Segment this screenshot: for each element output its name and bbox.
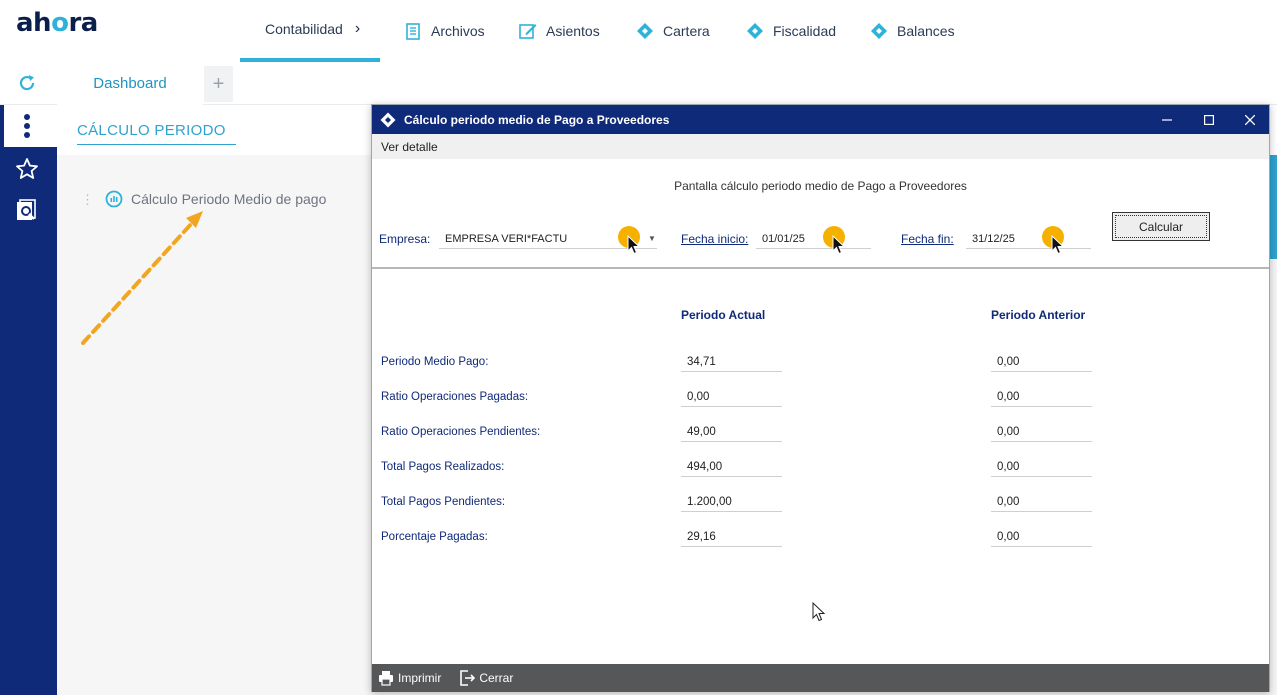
- value-actual: 1.200,00: [681, 496, 782, 512]
- tab-dashboard[interactable]: Dashboard: [57, 62, 203, 105]
- exit-icon: [460, 670, 476, 686]
- empresa-label: Empresa:: [379, 232, 431, 246]
- star-icon[interactable]: [14, 156, 40, 182]
- dialog-subtitle: Pantalla cálculo periodo medio de Pago a…: [674, 179, 967, 193]
- top-navbar: ahora Contabilidad › Archivos Asientos C…: [0, 0, 1277, 62]
- add-tab-button[interactable]: +: [204, 66, 233, 102]
- chevron-right-icon: ›: [354, 20, 361, 37]
- nav-tab-archivos[interactable]: Archivos: [404, 0, 485, 62]
- row-label: Periodo Medio Pago:: [381, 356, 489, 368]
- fecha-inicio-field[interactable]: 01/01/25: [756, 233, 871, 249]
- value-actual: 49,00: [681, 426, 782, 442]
- value-anterior: 0,00: [991, 496, 1092, 512]
- more-vertical-icon[interactable]: [14, 113, 40, 139]
- mouse-pointer-icon: [627, 235, 640, 255]
- fecha-inicio-link[interactable]: Fecha inicio:: [681, 232, 748, 246]
- minimize-button[interactable]: [1147, 105, 1187, 134]
- nav-tab-label: Balances: [897, 23, 955, 39]
- refresh-icon[interactable]: [17, 73, 37, 93]
- menu-ver-detalle[interactable]: Ver detalle: [381, 140, 438, 154]
- nav-tab-label: Asientos: [546, 23, 600, 39]
- nav-tab-fiscalidad[interactable]: Fiscalidad: [746, 0, 836, 62]
- value-anterior: 0,00: [991, 426, 1092, 442]
- nav-tab-label: Contabilidad: [265, 21, 343, 37]
- mouse-pointer-icon: [1051, 235, 1064, 255]
- row-label: Porcentaje Pagadas:: [381, 531, 488, 543]
- ahora-diamond-icon: [746, 22, 764, 40]
- dialog-footer: Imprimir Cerrar: [372, 664, 1269, 692]
- calcular-button[interactable]: Calcular: [1112, 212, 1210, 241]
- fecha-fin-field[interactable]: 31/12/25: [966, 233, 1091, 249]
- dialog-titlebar: Cálculo periodo medio de Pago a Proveedo…: [372, 105, 1269, 134]
- nav-tab-label: Archivos: [431, 23, 485, 39]
- row-label: Ratio Operaciones Pagadas:: [381, 391, 529, 403]
- document-icon: [404, 22, 422, 40]
- ahora-diamond-icon: [636, 22, 654, 40]
- close-dialog-button[interactable]: Cerrar: [459, 670, 513, 686]
- ahora-logo[interactable]: ahora: [16, 8, 98, 38]
- nav-tab-contabilidad[interactable]: Contabilidad ›: [240, 0, 380, 62]
- sidebar: [0, 105, 57, 695]
- fecha-fin-link[interactable]: Fecha fin:: [901, 232, 954, 246]
- maximize-button[interactable]: [1189, 105, 1229, 134]
- close-label: Cerrar: [479, 671, 514, 685]
- nav-tab-cartera[interactable]: Cartera: [636, 0, 710, 62]
- value-anterior: 0,00: [991, 461, 1092, 477]
- value-actual: 29,16: [681, 531, 782, 547]
- value-actual: 34,71: [681, 356, 782, 372]
- dialog-filters: Pantalla cálculo periodo medio de Pago a…: [372, 159, 1269, 269]
- close-button[interactable]: [1230, 105, 1270, 134]
- nav-tab-asientos[interactable]: Asientos: [519, 0, 600, 62]
- value-actual: 0,00: [681, 391, 782, 407]
- row-label: Total Pagos Pendientes:: [381, 496, 506, 508]
- value-anterior: 0,00: [991, 391, 1092, 407]
- background-panel-edge: [1270, 155, 1277, 259]
- nav-tab-balances[interactable]: Balances: [870, 0, 955, 62]
- value-actual: 494,00: [681, 461, 782, 477]
- dialog-menubar: Ver detalle: [372, 134, 1269, 159]
- row-label: Total Pagos Realizados:: [381, 461, 505, 473]
- value-anterior: 0,00: [991, 356, 1092, 372]
- row-label: Ratio Operaciones Pendientes:: [381, 426, 541, 438]
- search-document-icon[interactable]: [14, 198, 40, 224]
- mouse-pointer-icon: [832, 235, 845, 255]
- annotation-arrow: [81, 211, 203, 345]
- ahora-diamond-icon: [380, 112, 396, 128]
- print-button[interactable]: Imprimir: [378, 670, 441, 686]
- printer-icon: [379, 671, 393, 686]
- column-header-anterior: Periodo Anterior: [991, 308, 1086, 322]
- dialog-title: Cálculo periodo medio de Pago a Proveedo…: [404, 112, 670, 127]
- edit-icon: [519, 22, 537, 40]
- value-anterior: 0,00: [991, 531, 1092, 547]
- nav-tab-label: Fiscalidad: [773, 23, 837, 39]
- ahora-diamond-icon: [870, 22, 888, 40]
- mouse-pointer-icon: [812, 602, 825, 622]
- nav-tab-label: Cartera: [663, 23, 710, 39]
- dropdown-arrow-icon[interactable]: ▼: [648, 234, 656, 243]
- column-header-actual: Periodo Actual: [681, 308, 766, 322]
- print-label: Imprimir: [398, 671, 442, 685]
- calculo-dialog: Cálculo periodo medio de Pago a Proveedo…: [371, 104, 1270, 692]
- workspace-tabs-bar: Dashboard +: [0, 62, 1277, 105]
